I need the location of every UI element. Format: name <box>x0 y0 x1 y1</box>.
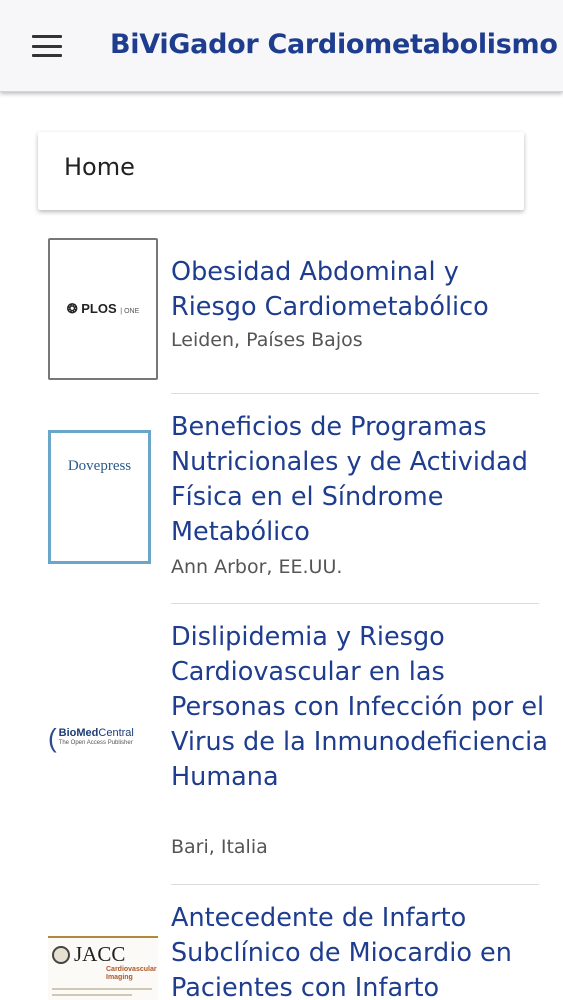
article-title[interactable]: Dislipidemia y Riesgo Cardiovascular en … <box>171 620 551 795</box>
menu-icon-line <box>32 35 62 38</box>
app-bar: BiViGador Cardiometabolismo <box>0 0 563 92</box>
breadcrumb-home-label: Home <box>64 153 135 181</box>
plos-logo-suffix: ONE <box>124 308 140 315</box>
list-divider <box>171 884 539 885</box>
article-location: Leiden, Países Bajos <box>171 329 363 351</box>
menu-icon-line <box>32 54 62 57</box>
jacc-logo-subtitle: Cardiovascular Imaging <box>106 966 157 981</box>
hamburger-menu-icon[interactable] <box>30 32 64 60</box>
list-divider <box>171 603 539 604</box>
jacc-cover-line <box>52 988 152 990</box>
list-divider <box>171 393 539 394</box>
biomed-central-logo: BioMedCentral The Open Access Publisher <box>59 728 134 748</box>
menu-icon-line <box>32 44 62 48</box>
article-thumbnail-dovepress[interactable]: Dovepress <box>48 430 151 564</box>
plos-logo-text: PLOS <box>81 301 117 316</box>
plos-logo: ❂ PLOS | ONE <box>66 301 140 316</box>
biomed-logo-subtitle: The Open Access Publisher <box>58 740 133 746</box>
dovepress-logo: Dovepress <box>67 458 132 474</box>
biomed-central-logo-icon: ( <box>48 723 57 753</box>
jacc-logo: JACC <box>74 942 126 966</box>
breadcrumb[interactable]: Home <box>38 132 524 210</box>
article-title[interactable]: Beneficios de Programas Nutricionales y … <box>171 410 551 550</box>
article-title[interactable]: Antecedente de Infarto Subclínico de Mio… <box>171 901 551 1000</box>
article-location: Ann Arbor, EE.UU. <box>171 556 343 578</box>
article-thumbnail-biomed-central[interactable]: ( BioMedCentral The Open Access Publishe… <box>48 718 158 758</box>
article-thumbnail-jacc[interactable]: JACC Cardiovascular Imaging <box>48 936 158 1000</box>
article-thumbnail-plos[interactable]: ❂ PLOS | ONE <box>48 238 158 380</box>
article-title[interactable]: Obesidad Abdominal y Riesgo Cardiometabó… <box>171 255 551 325</box>
jacc-seal-icon <box>52 946 70 964</box>
app-title: BiViGador Cardiometabolismo <box>110 29 558 60</box>
jacc-cover-line <box>52 994 132 996</box>
article-location: Bari, Italia <box>171 836 268 858</box>
